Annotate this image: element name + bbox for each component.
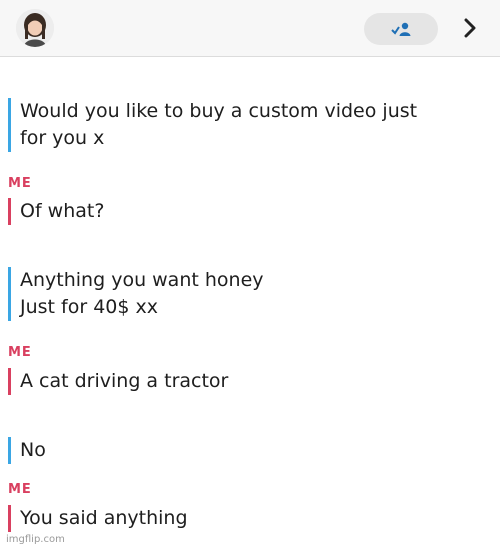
user-avatar-icon[interactable] xyxy=(16,9,54,47)
chevron-right-icon[interactable] xyxy=(458,16,482,40)
message-item: A cat driving a tractor xyxy=(8,368,228,395)
sender-label: ME xyxy=(8,482,32,497)
chat-header xyxy=(0,0,500,57)
watermark: imgflip.com xyxy=(6,534,65,545)
message-accent-bar xyxy=(8,368,11,395)
message-text: Of what? xyxy=(20,200,105,222)
message-text: A cat driving a tractor xyxy=(20,370,229,392)
message-item: No xyxy=(8,437,46,464)
message-text: You said anything xyxy=(20,507,188,529)
message-accent-bar xyxy=(8,198,11,225)
message-item: Anything you want honey Just for 40$ xx xyxy=(8,267,264,321)
message-item: Would you like to buy a custom video jus… xyxy=(8,98,417,152)
message-text: Would you like to buy a custom video jus… xyxy=(20,100,418,149)
message-accent-bar xyxy=(8,267,11,321)
add-friend-icon xyxy=(391,22,411,36)
add-friend-button[interactable] xyxy=(364,13,438,45)
message-item: You said anything xyxy=(8,505,188,532)
message-accent-bar xyxy=(8,98,11,152)
message-item: Of what? xyxy=(8,198,104,225)
sender-label: ME xyxy=(8,345,32,360)
message-text: No xyxy=(20,439,46,461)
message-text: Anything you want honey Just for 40$ xx xyxy=(20,269,264,318)
sender-label: ME xyxy=(8,176,32,191)
message-accent-bar xyxy=(8,437,11,464)
message-accent-bar xyxy=(8,505,11,532)
